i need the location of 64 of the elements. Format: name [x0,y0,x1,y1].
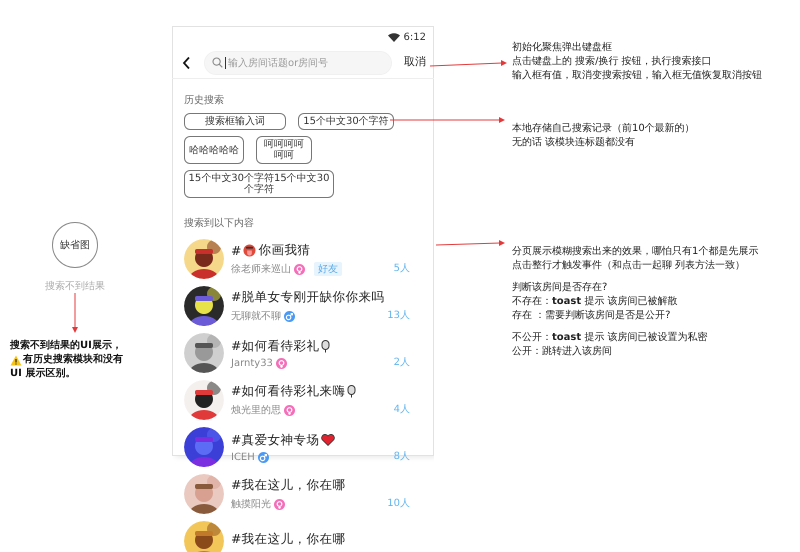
back-button[interactable] [182,56,192,70]
search-field[interactable]: 输入房间话题or房间号 [204,51,392,75]
host-name: ICEH [231,452,255,462]
annotation-line: 不存在：toast 提示 该房间已被解散 [512,295,678,309]
annotation-line: 点击键盘上的 搜索/换行 按钮，执行搜索接口 [512,55,713,69]
history-tag[interactable]: 搜索框输入词 [184,113,286,130]
room-row[interactable]: #如何看待彩礼来嗨 烛光里的思 4人 [172,377,434,424]
arrow [72,292,78,333]
placeholder-image: 缺省图 [52,222,98,268]
annotation-line: 无的话 该模块连标题都没有 [512,136,636,150]
room-title: #我在这儿，你在哪 [231,531,346,548]
member-count: 13人 [387,309,410,322]
friend-tag: 好友 [314,262,342,276]
member-count: 5人 [394,262,410,275]
host-name: 触摸阳光 [231,498,271,511]
note-line: 搜索不到结果的UI展示， [10,339,122,353]
arrow [436,240,505,246]
wifi-icon [388,32,400,42]
annotation-line: 判断该房间是否存在? [512,281,608,295]
host-name: Jarnty33 [231,358,273,368]
room-title: #如何看待彩礼来嗨 [231,383,346,400]
history-tag[interactable]: 哈哈哈哈哈 [184,136,244,164]
annotation-line: 输入框有值，取消变搜索按钮，输入框无值恢复取消按钮 [512,69,762,83]
member-count: 8人 [394,450,410,463]
annotation-line: 本地存储自己搜索记录（前10个最新的） [512,122,695,136]
room-row[interactable]: # 你画我猜 徐老师来巡山 好友 5人 [172,236,434,283]
room-row[interactable]: #我在这儿，你在哪 [172,518,434,552]
room-title: #脱单女专刚开缺你你来吗 [231,289,384,306]
section-title: 搜索到以下内容 [184,218,254,229]
history-tag[interactable]: 呵呵呵呵呵呵 [256,136,312,164]
microphone-icon [321,340,330,352]
host-name: 无聊就不聊 [231,310,281,323]
room-row[interactable]: #我在这儿，你在哪 触摸阳光 10人 [172,471,434,518]
member-count: 10人 [387,497,410,510]
annotation-line: 分页展示模糊搜索出来的效果，哪怕只有1个都是先展示 [512,245,758,259]
room-title: #如何看待彩礼 [231,338,320,354]
microphone-icon [347,385,356,398]
note-line: 有历史搜索模块和没有 [23,353,123,367]
annotation-line: 存在 ：需要判断该房间是否是公开? [512,309,672,323]
room-row[interactable]: #脱单女专刚开缺你你来吗 无聊就不聊 13人 [172,283,434,330]
status-time: 6:12 [404,32,426,42]
annotation-line: 公开：跳转进入该房间 [512,345,613,359]
empty-caption: 搜索不到结果 [45,280,105,293]
room-title: 你画我猜 [258,242,310,259]
room-row[interactable]: #如何看待彩礼 Jarnty33 2人 [172,330,434,377]
room-row[interactable]: #真爱女神专场 ICEH 8人 [172,424,434,471]
member-count: 4人 [394,403,410,416]
section-title: 历史搜索 [184,95,224,106]
history-tag[interactable]: 15个中文30个字符 [298,113,394,130]
member-count: 2人 [394,356,410,369]
room-title: #我在这儿，你在哪 [231,477,346,494]
room-title: #真爱女神专场 [231,432,320,448]
annotation-line: 初始化聚焦弹出键盘框 [512,41,613,55]
note-line: UI 展示区别。 [10,367,76,381]
cancel-button[interactable]: 取消 [404,54,426,68]
history-tag[interactable]: 15个中文30个字符15个中文30个字符 [184,170,334,198]
host-name: 烛光里的思 [231,404,281,417]
annotation-line: 不公开：toast 提示 该房间已被设置为私密 [512,331,708,345]
search-icon [212,57,223,68]
tongue-icon [243,244,256,257]
room-title: # [231,243,242,258]
annotation-line: 点击整行才触发事件（和点击一起聊 列表方法一致） [512,259,746,273]
host-name: 徐老师来巡山 [231,262,291,276]
heart-icon [321,434,336,446]
